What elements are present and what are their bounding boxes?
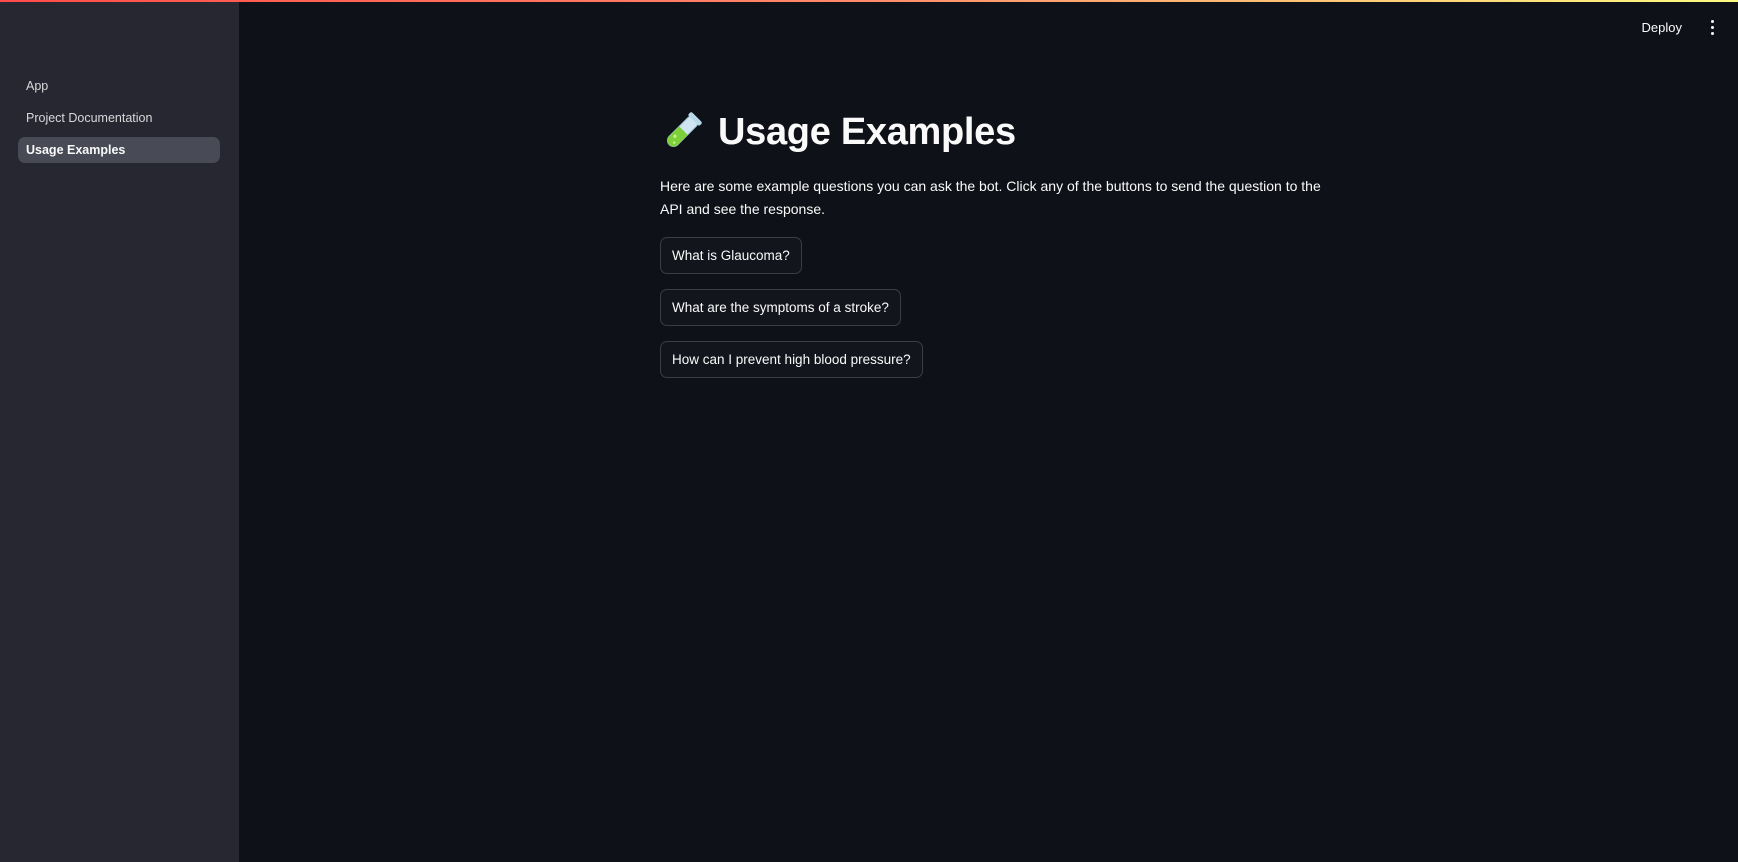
page-title-text: Usage Examples bbox=[718, 110, 1016, 153]
page-body: Usage Examples Here are some example que… bbox=[660, 104, 1340, 378]
test-tube-icon bbox=[667, 112, 702, 147]
vertical-ellipsis-icon[interactable] bbox=[1704, 18, 1720, 38]
example-question-button-glaucoma[interactable]: What is Glaucoma? bbox=[660, 237, 802, 274]
example-question-button-stroke[interactable]: What are the symptoms of a stroke? bbox=[660, 289, 901, 326]
example-buttons: What is Glaucoma? What are the symptoms … bbox=[660, 237, 1340, 378]
sidebar-item-project-documentation[interactable]: Project Documentation bbox=[18, 105, 220, 131]
sidebar-item-label: Project Documentation bbox=[26, 111, 153, 125]
top-decoration-stripe bbox=[0, 0, 1738, 2]
deploy-button[interactable]: Deploy bbox=[1636, 16, 1688, 39]
example-question-button-blood-pressure[interactable]: How can I prevent high blood pressure? bbox=[660, 341, 923, 378]
sidebar: App Project Documentation Usage Examples bbox=[0, 0, 239, 862]
page-title: Usage Examples bbox=[660, 104, 1340, 160]
sidebar-nav: App Project Documentation Usage Examples bbox=[18, 73, 220, 169]
sidebar-item-usage-examples[interactable]: Usage Examples bbox=[18, 137, 220, 163]
sidebar-item-app[interactable]: App bbox=[18, 73, 220, 99]
main-content: Deploy Usage Examples Here are some exam… bbox=[239, 0, 1738, 862]
header-actions: Deploy bbox=[1636, 16, 1720, 39]
sidebar-item-label: App bbox=[26, 79, 49, 93]
intro-text: Here are some example questions you can … bbox=[660, 178, 1321, 217]
sidebar-item-label: Usage Examples bbox=[26, 143, 126, 157]
